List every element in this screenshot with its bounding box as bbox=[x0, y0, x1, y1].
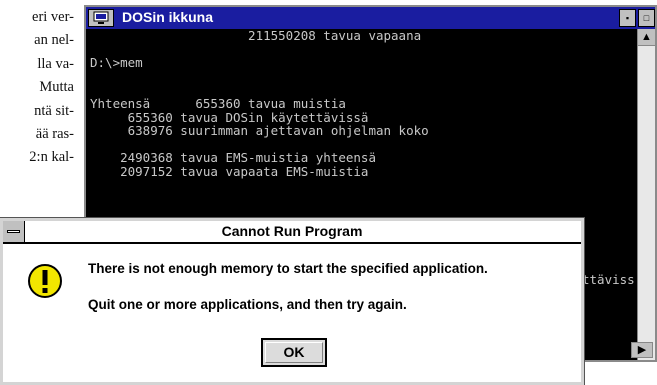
console-line: D:\>mem bbox=[90, 55, 143, 71]
console-partial-text: ttäviss bbox=[582, 272, 635, 287]
console-line: 638976 suurimman ajettavan ohjelman koko bbox=[90, 123, 429, 139]
article-line: ntä sit- bbox=[34, 102, 74, 119]
dialog-message-secondary: Quit one or more applications, and then … bbox=[88, 297, 407, 312]
exclamation-icon bbox=[27, 263, 63, 304]
scroll-up-arrow-icon[interactable]: ▲ bbox=[638, 29, 655, 46]
dialog-message-primary: There is not enough memory to start the … bbox=[88, 261, 488, 276]
article-line: eri ver- bbox=[32, 9, 74, 25]
scroll-right-arrow-icon[interactable]: ▶ bbox=[631, 342, 653, 358]
dialog-titlebar[interactable]: Cannot Run Program bbox=[3, 221, 581, 244]
dialog-system-menu-icon[interactable] bbox=[3, 221, 25, 242]
console-line: 2097152 tavua vapaata EMS-muistia bbox=[90, 163, 369, 179]
console-line: Yhteensä 655360 tavua muistia bbox=[90, 95, 346, 111]
article-line: ää ras- bbox=[35, 125, 74, 142]
dos-window-title: DOSin ikkuna bbox=[122, 9, 214, 25]
console-line: 655360 tavua DOSin käytettävissä bbox=[90, 109, 369, 125]
vertical-scrollbar[interactable]: ▲ bbox=[637, 29, 655, 360]
article-line: an nel- bbox=[34, 32, 74, 49]
console-line: 2490368 tavua EMS-muistia yhteensä bbox=[90, 150, 376, 166]
minimize-button[interactable]: ▪ bbox=[619, 9, 636, 27]
dialog-title: Cannot Run Program bbox=[221, 223, 363, 239]
ok-button[interactable]: OK bbox=[261, 338, 327, 367]
maximize-button[interactable]: □ bbox=[638, 9, 655, 27]
article-line: Mutta bbox=[39, 79, 74, 96]
console-line: 211550208 tavua vapaana bbox=[90, 29, 422, 43]
dos-window-titlebar[interactable]: DOSin ikkuna ▪ □ bbox=[86, 7, 655, 29]
error-dialog: Cannot Run Program There is not enough m… bbox=[0, 217, 585, 385]
article-line: lla va- bbox=[37, 55, 74, 72]
article-line: 2:n kal- bbox=[29, 149, 74, 166]
dos-system-menu-icon[interactable] bbox=[88, 9, 114, 27]
background-article-text: eri ver- an nel- lla va- Mutta ntä sit- … bbox=[0, 6, 74, 170]
ok-button-label: OK bbox=[283, 344, 305, 360]
